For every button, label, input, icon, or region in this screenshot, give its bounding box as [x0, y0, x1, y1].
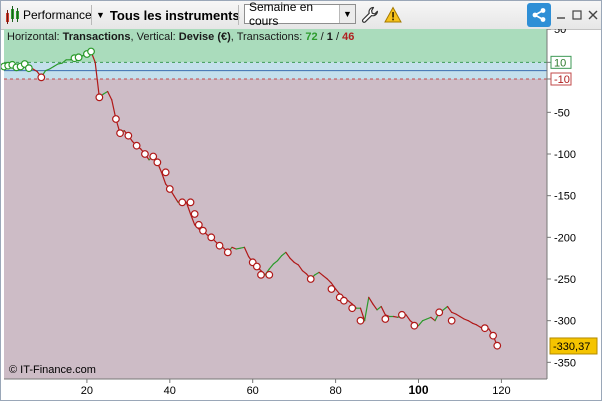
- trade-marker: [190, 210, 199, 218]
- last-value-label: -330,37: [553, 341, 590, 353]
- performance-window: Performance ▼ Tous les instruments Semai…: [0, 0, 602, 401]
- trade-marker: [381, 315, 390, 323]
- y-tick-label: -150: [554, 191, 576, 203]
- trade-marker: [124, 131, 133, 140]
- y-tick-label: -350: [554, 357, 576, 369]
- series-segment: [235, 247, 241, 250]
- header-separator: /: [332, 31, 343, 43]
- header-transactions-prefix: , Transactions:: [230, 31, 306, 43]
- header-separator: /: [317, 31, 327, 43]
- copyright-label: © IT-Finance.com: [9, 364, 96, 376]
- trade-marker: [74, 53, 83, 62]
- equity-chart[interactable]: 50 10 -10 -50 -100 -150 -200 -250 -300 -350 -330,3…: [1, 29, 601, 400]
- trade-marker: [116, 129, 124, 138]
- trade-marker: [149, 152, 158, 161]
- warning-icon[interactable]: [384, 6, 402, 24]
- trade-marker: [410, 321, 419, 330]
- trade-marker: [257, 270, 265, 279]
- trade-marker: [348, 304, 357, 313]
- losing-trades-count: 46: [342, 31, 355, 43]
- trade-marker: [37, 73, 46, 82]
- y-tick-label: -10: [554, 74, 570, 86]
- trade-marker: [306, 275, 315, 283]
- period-select[interactable]: Semaine en cours ▼: [244, 1, 356, 28]
- y-tick-label: 10: [554, 57, 566, 69]
- trade-marker: [112, 115, 120, 123]
- trade-marker: [87, 47, 95, 56]
- chevron-down-icon: ▼: [96, 10, 105, 20]
- x-tick-label: 120: [492, 385, 510, 397]
- x-tick-label: 80: [329, 385, 341, 397]
- chart-zones: [4, 29, 547, 379]
- y-axis: 50 10 -10 -50 -100 -150 -200 -250 -300 -350 -330,3…: [546, 29, 598, 379]
- maximize-icon[interactable]: [569, 4, 585, 26]
- loss-zone: [4, 79, 547, 379]
- trade-marker: [447, 316, 456, 325]
- trade-marker: [489, 331, 498, 340]
- trade-marker: [165, 185, 174, 193]
- trade-marker: [327, 285, 336, 293]
- y-tick-label: 50: [554, 29, 566, 36]
- x-axis: 20 40 60 80 100 120: [4, 378, 547, 397]
- trade-marker: [223, 248, 232, 257]
- toolbar-divider: [238, 5, 239, 25]
- header-horizontal-prefix: Horizontal:: [7, 31, 63, 43]
- trade-marker: [252, 262, 261, 271]
- share-icon: [532, 8, 546, 22]
- x-tick-label: 100: [408, 383, 428, 397]
- chart-header: Horizontal: Transactions, Vertical: Devi…: [7, 31, 354, 43]
- trade-marker: [215, 241, 224, 250]
- trade-marker: [178, 198, 187, 207]
- trade-marker: [141, 150, 149, 158]
- trade-marker: [132, 141, 141, 150]
- trade-marker: [153, 158, 162, 167]
- trade-marker: [161, 168, 170, 177]
- close-icon[interactable]: [585, 4, 601, 26]
- x-tick-label: 40: [164, 385, 176, 397]
- period-value: Semaine en cours: [249, 0, 314, 28]
- instruments-dropdown[interactable]: ▼ Tous les instruments: [96, 1, 240, 29]
- trade-marker: [480, 324, 489, 333]
- trade-marker: [356, 316, 365, 325]
- minimize-icon[interactable]: [553, 4, 569, 26]
- x-tick-label: 20: [81, 385, 93, 397]
- trade-marker: [339, 296, 348, 305]
- trade-marker: [207, 233, 216, 242]
- trade-marker: [398, 310, 406, 319]
- toolbar-divider: [91, 5, 92, 25]
- wrench-icon[interactable]: [360, 5, 380, 25]
- trade-marker: [95, 93, 104, 102]
- trade-marker: [265, 270, 274, 279]
- winning-trades-count: 72: [305, 31, 318, 43]
- toolbar: Performance ▼ Tous les instruments Semai…: [1, 1, 601, 30]
- header-vertical-value: Devise (€): [178, 31, 231, 43]
- performance-label[interactable]: Performance: [23, 1, 92, 29]
- trade-marker: [199, 226, 207, 235]
- trade-marker: [435, 308, 444, 317]
- share-button[interactable]: [527, 3, 551, 27]
- trade-marker: [24, 64, 33, 73]
- y-tick-label: -50: [554, 107, 570, 119]
- trade-marker: [493, 341, 502, 350]
- bar-chart-icon: [6, 6, 19, 24]
- series-segment: [393, 315, 399, 318]
- y-tick-label: -250: [554, 274, 576, 286]
- x-tick-label: 60: [247, 385, 259, 397]
- trade-marker: [194, 220, 203, 229]
- y-tick-label: -300: [554, 316, 576, 328]
- y-tick-label: -200: [554, 232, 576, 244]
- chevron-down-icon[interactable]: ▼: [339, 5, 355, 23]
- header-vertical-prefix: , Vertical:: [130, 31, 179, 43]
- series-segment: [239, 246, 246, 249]
- header-horizontal-value: Transactions: [62, 31, 131, 43]
- instruments-label: Tous les instruments: [109, 7, 240, 23]
- trade-marker: [186, 198, 195, 207]
- y-tick-label: -100: [554, 149, 576, 161]
- series-segment: [57, 62, 63, 65]
